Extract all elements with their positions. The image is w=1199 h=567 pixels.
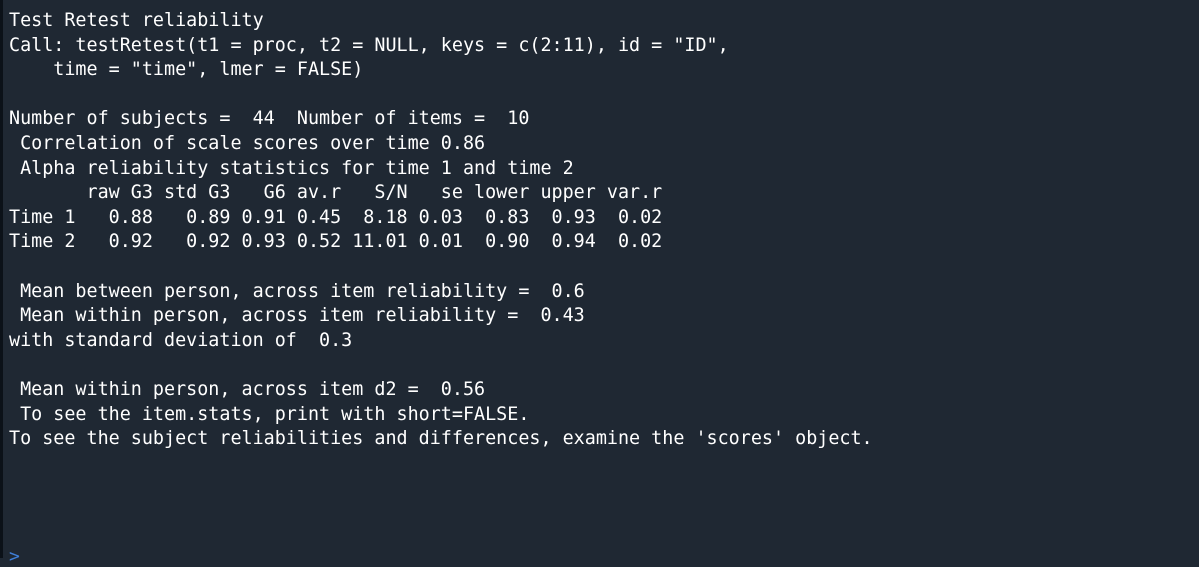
console-prompt[interactable]: > (9, 548, 20, 566)
r-console[interactable]: Test Retest reliability Call: testRetest(… (0, 0, 1199, 566)
output-standard-deviation-line: with standard deviation of 0.3 (9, 329, 353, 351)
output-title-line: Test Retest reliability (9, 10, 264, 31)
table-row-time-2: Time 2 0.92 0.92 0.93 0.52 11.01 0.01 0.… (9, 231, 663, 253)
output-scores-hint-line: To see the subject reliabilities and dif… (9, 428, 873, 450)
output-d2-line: Mean within person, across item d2 = 0.5… (9, 378, 486, 400)
output-alpha-heading-line: Alpha reliability statistics for time 1 … (9, 157, 574, 179)
output-counts-line: Number of subjects = 44 Number of items … (9, 108, 530, 130)
console-output: Test Retest reliability Call: testRetest(… (9, 9, 873, 452)
output-call-line: Call: testRetest(t1 = proc, t2 = NULL, k… (9, 34, 729, 56)
output-within-reliability-line: Mean within person, across item reliabil… (9, 305, 585, 327)
output-call-continuation-line: time = "time", lmer = FALSE) (9, 59, 364, 81)
table-header-line: raw G3 std G3 G6 av.r S/N se lower upper… (9, 182, 663, 204)
output-between-reliability-line: Mean between person, across item reliabi… (9, 280, 585, 302)
output-item-stats-hint-line: To see the item.stats, print with short=… (9, 403, 530, 425)
output-correlation-line: Correlation of scale scores over time 0.… (9, 132, 486, 154)
table-row-time-1: Time 1 0.88 0.89 0.91 0.45 8.18 0.03 0.8… (9, 206, 663, 228)
